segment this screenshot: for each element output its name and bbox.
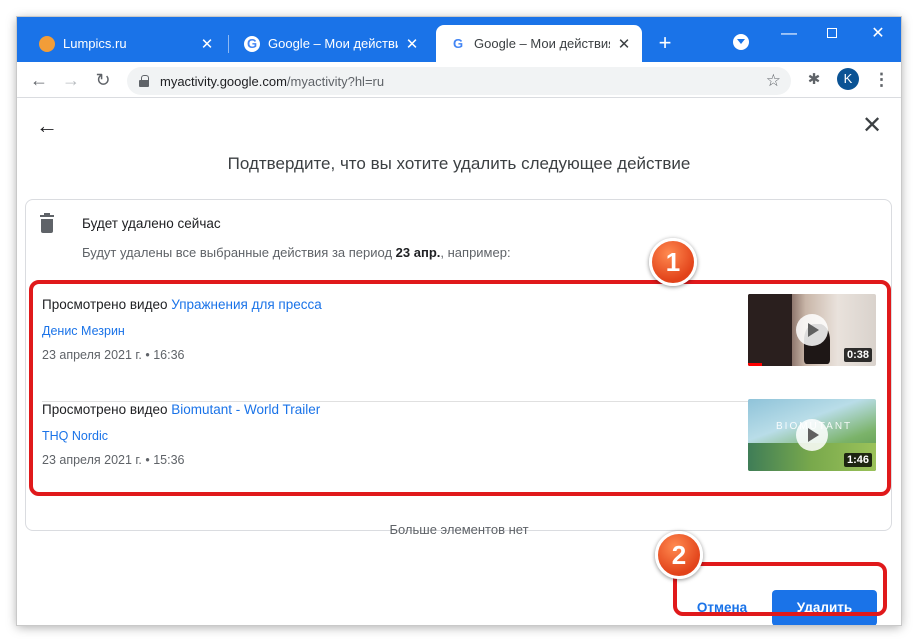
close-tab-icon[interactable]: ✕ bbox=[404, 36, 420, 53]
url-host: myactivity.google.com bbox=[160, 73, 287, 89]
tab-google-activity-active[interactable]: G Google – Мои действия ✕ bbox=[436, 25, 642, 62]
tab-strip: Lumpics.ru ✕ G Google – Мои действия ✕ G… bbox=[17, 17, 901, 62]
maximize-icon[interactable] bbox=[817, 23, 847, 45]
lock-icon[interactable] bbox=[139, 75, 149, 87]
address-bar[interactable]: myactivity.google.com/myactivity?hl=ru ☆ bbox=[127, 67, 791, 95]
step-badge-1: 1 bbox=[649, 238, 697, 286]
url-text: myactivity.google.com/myactivity?hl=ru bbox=[160, 74, 384, 89]
back-icon[interactable]: ← bbox=[27, 68, 51, 92]
tab-title: Google – Мои действия bbox=[268, 36, 398, 51]
tab-lumpics[interactable]: Lumpics.ru ✕ bbox=[25, 25, 225, 62]
lumpics-favicon-icon bbox=[39, 35, 55, 52]
tab-separator bbox=[228, 35, 229, 53]
bookmark-star-icon[interactable]: ☆ bbox=[766, 71, 781, 91]
reload-icon[interactable]: ↻ bbox=[91, 68, 115, 92]
close-tab-icon[interactable]: ✕ bbox=[616, 36, 632, 53]
period-text: 23 апр. bbox=[395, 245, 441, 260]
no-more-items-text: Больше элементов нет bbox=[389, 522, 529, 537]
tab-title: Lumpics.ru bbox=[63, 36, 127, 51]
profile-avatar[interactable]: K bbox=[837, 68, 859, 90]
close-tab-icon[interactable]: ✕ bbox=[199, 36, 215, 53]
trash-icon bbox=[40, 213, 54, 233]
tab-title: Google – Мои действия bbox=[474, 36, 610, 51]
tab-google-activity[interactable]: G Google – Мои действия ✕ bbox=[230, 25, 430, 62]
close-icon[interactable]: ✕ bbox=[860, 114, 884, 139]
browser-toolbar: ← → ↻ myactivity.google.com/myactivity?h… bbox=[17, 62, 901, 98]
window-close-icon[interactable]: ✕ bbox=[863, 23, 893, 45]
highlight-frame-buttons bbox=[673, 562, 887, 616]
step-badge-2: 2 bbox=[655, 531, 703, 579]
extensions-puzzle-icon[interactable]: ✱ bbox=[806, 72, 822, 88]
new-tab-icon[interactable]: + bbox=[653, 32, 677, 56]
back-arrow-icon[interactable]: ← bbox=[35, 115, 59, 139]
tab-search-icon[interactable] bbox=[733, 34, 749, 50]
section-subtitle: Будут удалены все выбранные действия за … bbox=[82, 245, 511, 260]
google-favicon-icon: G bbox=[450, 35, 466, 52]
google-favicon-icon: G bbox=[244, 35, 260, 52]
forward-icon[interactable]: → bbox=[59, 68, 83, 92]
highlight-frame-items bbox=[29, 280, 891, 496]
page-title: Подтвердите, что вы хотите удалить следу… bbox=[227, 154, 691, 173]
browser-menu-icon[interactable]: ⋮ bbox=[873, 69, 890, 91]
url-path: /myactivity?hl=ru bbox=[286, 73, 385, 89]
minimize-icon[interactable]: — bbox=[774, 23, 804, 45]
section-title: Будет удалено сейчас bbox=[82, 216, 221, 231]
